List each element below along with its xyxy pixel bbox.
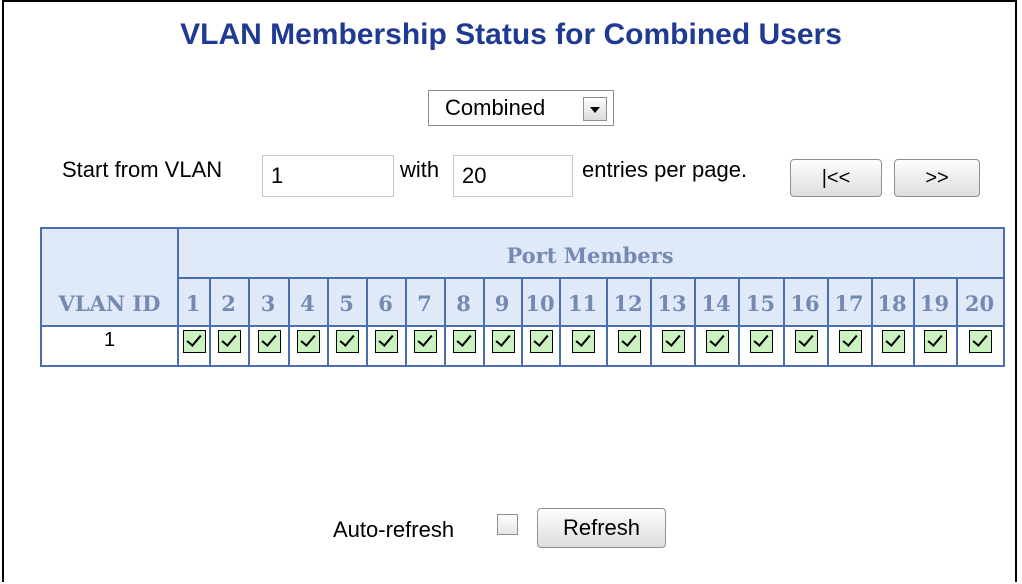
port-header-18: 18	[877, 291, 907, 316]
port-member-checkbox	[924, 330, 947, 353]
port-member-checkbox	[618, 330, 641, 353]
port-header-16: 16	[790, 291, 820, 316]
port-header-12: 12	[613, 291, 643, 316]
vlan-id-header: VLAN ID	[58, 291, 161, 316]
entries-per-page-input[interactable]	[453, 155, 573, 197]
auto-refresh-label: Auto-refresh	[333, 517, 455, 542]
port-header-15: 15	[745, 291, 776, 316]
start-vlan-input[interactable]	[262, 155, 394, 197]
port-member-checkbox	[795, 330, 818, 353]
port-member-checkbox	[375, 330, 398, 353]
port-header-2: 2	[221, 291, 236, 316]
port-header-9: 9	[494, 291, 510, 316]
next-page-button[interactable]: >>	[894, 159, 980, 197]
port-member-checkbox	[750, 330, 773, 353]
port-header-3: 3	[260, 291, 276, 316]
refresh-button[interactable]: Refresh	[537, 508, 666, 548]
port-member-checkbox	[258, 330, 281, 353]
port-member-checkbox	[336, 330, 359, 353]
start-vlan-label: Start from VLAN	[62, 157, 223, 182]
with-label: with	[400, 157, 440, 182]
port-header-8: 8	[456, 291, 471, 316]
port-member-checkbox	[453, 330, 476, 353]
vlan-id-cell: 1	[103, 329, 116, 351]
first-page-button[interactable]: |<<	[790, 159, 882, 197]
port-member-checkbox	[572, 330, 595, 353]
port-member-checkbox	[882, 330, 905, 353]
user-select[interactable]: Combined	[428, 90, 614, 126]
port-header-11: 11	[567, 291, 598, 316]
port-header-14: 14	[701, 291, 731, 316]
port-member-checkbox	[530, 330, 553, 353]
port-member-checkbox	[183, 330, 206, 353]
port-header-19: 19	[919, 291, 950, 316]
entries-per-page-label: entries per page.	[582, 157, 748, 182]
port-header-6: 6	[378, 291, 393, 316]
port-header-1: 1	[185, 291, 201, 316]
port-header-4: 4	[300, 291, 315, 316]
port-member-checkbox	[706, 330, 729, 353]
port-header-7: 7	[417, 291, 432, 316]
port-member-checkbox	[969, 330, 992, 353]
chevron-down-icon[interactable]	[583, 97, 607, 121]
page-title: VLAN Membership Status for Combined User…	[180, 18, 842, 51]
user-select-value: Combined	[445, 95, 546, 120]
port-header-20: 20	[964, 291, 995, 316]
port-member-checkbox	[218, 330, 241, 353]
auto-refresh-checkbox[interactable]	[497, 514, 518, 535]
port-member-checkbox	[492, 330, 515, 353]
port-members-header: Port Members	[506, 243, 674, 268]
port-member-checkbox	[414, 330, 437, 353]
port-header-13: 13	[657, 291, 687, 316]
table-row-divider	[42, 325, 1003, 327]
port-header-17: 17	[834, 291, 864, 316]
table-row-divider	[177, 277, 1003, 279]
vlan-membership-table: Port Members VLAN ID 1 1 2 3 4 5 6 7 8 9 10 11 12 13…	[40, 227, 1005, 367]
port-header-5: 5	[339, 291, 354, 316]
port-member-checkbox	[662, 330, 685, 353]
port-member-checkbox	[297, 330, 320, 353]
port-member-checkbox	[839, 330, 862, 353]
port-header-10: 10	[525, 291, 555, 316]
